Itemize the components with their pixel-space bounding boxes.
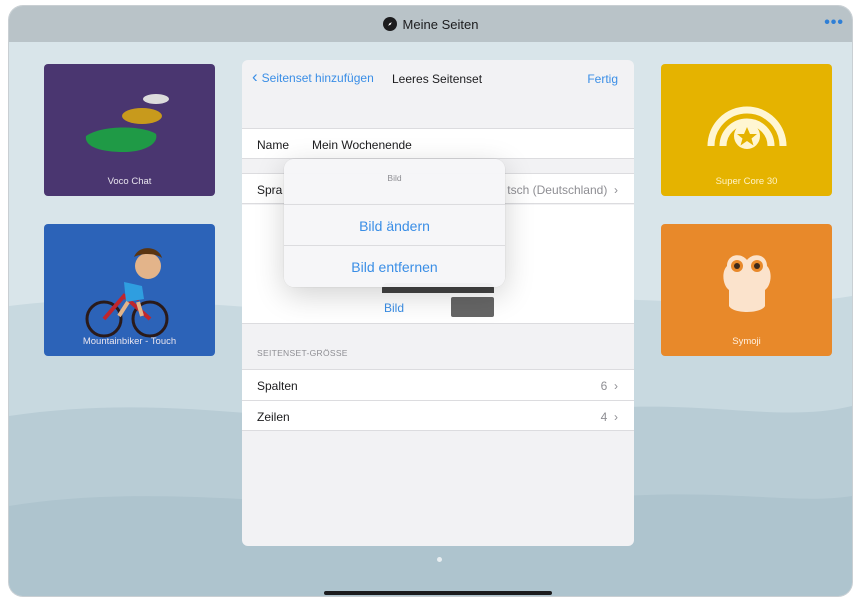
more-dots-icon[interactable]: ••• — [824, 14, 844, 32]
name-label: Name — [257, 138, 290, 152]
name-value: Mein Wochenende — [312, 138, 412, 152]
tile-label: Super Core 30 — [715, 176, 778, 187]
home-indicator[interactable] — [324, 591, 552, 595]
image-button[interactable]: Bild — [384, 301, 404, 315]
chevron-right-icon: › — [614, 410, 618, 424]
sheet-nav-bar: ‹ Seitenset hinzufügen Leeres Seitenset … — [242, 60, 634, 98]
popover-title: Bild — [387, 173, 402, 183]
top-bar: Meine Seiten ••• — [9, 6, 852, 42]
tile-label: Mountainbiker - Touch — [82, 336, 177, 347]
rows-row[interactable]: Zeilen 4 › — [242, 400, 634, 431]
chevron-right-icon: › — [614, 379, 618, 393]
tile-label: Symoji — [732, 336, 761, 347]
tile-voco-chat[interactable]: Voco Chat — [44, 64, 215, 196]
ipad-screen: Meine Seiten ••• Voco Chat Mountainbiker… — [9, 6, 852, 596]
rows-label: Zeilen — [257, 410, 290, 424]
chevron-right-icon: › — [614, 183, 618, 197]
page-title: Meine Seiten — [9, 6, 852, 42]
tile-mountainbiker[interactable]: Mountainbiker - Touch — [44, 224, 215, 356]
remove-image-button[interactable]: Bild entfernen — [284, 245, 505, 287]
name-row[interactable]: Name Mein Wochenende — [242, 128, 634, 159]
chevron-left-icon: ‹ — [252, 67, 258, 86]
page-title-text: Meine Seiten — [402, 16, 479, 32]
back-button[interactable]: ‹ Seitenset hinzufügen — [252, 67, 374, 86]
tile-super-core[interactable]: Super Core 30 — [661, 64, 832, 196]
language-value: tsch (Deutschland) › — [507, 183, 618, 197]
columns-value: 6 › — [600, 379, 618, 393]
new-page-set-sheet: ‹ Seitenset hinzufügen Leeres Seitenset … — [242, 60, 634, 546]
done-button[interactable]: Fertig — [587, 72, 618, 86]
change-image-button[interactable]: Bild ändern — [284, 204, 505, 246]
tile-symoji[interactable]: Symoji — [661, 224, 832, 356]
size-section-header: SEITENSET-GRÖSSE — [257, 348, 348, 358]
columns-row[interactable]: Spalten 6 › — [242, 369, 634, 400]
back-button-label: Seitenset hinzufügen — [261, 71, 374, 85]
rows-value: 4 › — [600, 410, 618, 424]
tile-label: Voco Chat — [107, 176, 152, 187]
sheet-title: Leeres Seitenset — [392, 72, 483, 86]
language-label: Spra — [257, 183, 283, 197]
columns-label: Spalten — [257, 379, 298, 393]
compass-icon — [382, 17, 397, 31]
image-action-popover: Bild Bild ändern Bild entfernen — [284, 159, 505, 287]
image-preview — [451, 297, 494, 317]
page-indicator-dot — [437, 557, 442, 562]
